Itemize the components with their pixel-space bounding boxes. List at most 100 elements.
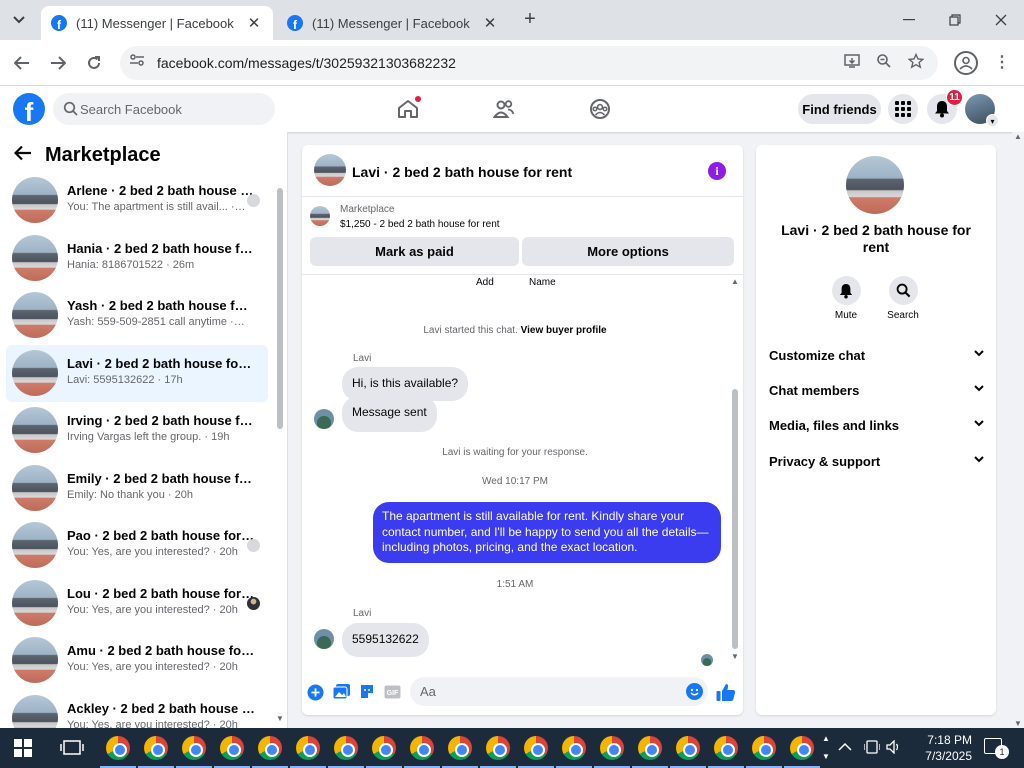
gif-icon[interactable]: GIF xyxy=(383,683,401,701)
listing-photo[interactable] xyxy=(846,156,904,214)
mark-as-paid-button[interactable]: Mark as paid xyxy=(310,237,519,266)
listing-price-title[interactable]: $1,250 - 2 bed 2 bath house for rent xyxy=(340,219,500,230)
chrome-taskbar-icon[interactable] xyxy=(442,736,478,768)
windows-start-icon[interactable] xyxy=(14,739,32,757)
conversation-item[interactable]: Irving · 2 bed 2 bath house for rent Irv… xyxy=(6,402,268,460)
scroll-up-icon[interactable]: ▲ xyxy=(731,277,739,286)
listing-thumbnail[interactable] xyxy=(314,154,346,186)
sticker-icon[interactable] xyxy=(358,683,376,701)
facebook-search[interactable] xyxy=(53,93,275,125)
reload-button[interactable] xyxy=(80,49,108,77)
photo-icon[interactable] xyxy=(332,683,350,701)
message-bubble[interactable]: 5595132622 xyxy=(342,623,429,657)
thread-scroll-thumb[interactable] xyxy=(732,389,738,649)
action-center-icon[interactable]: 1 xyxy=(984,738,1009,759)
chrome-taskbar-icon[interactable] xyxy=(632,736,668,768)
chat-title[interactable]: Lavi · 2 bed 2 bath house for rent xyxy=(352,164,572,180)
new-tab-button[interactable]: + xyxy=(518,8,542,32)
chrome-taskbar-icon[interactable] xyxy=(176,736,212,768)
chrome-taskbar-icon[interactable] xyxy=(138,736,174,768)
back-arrow-icon[interactable] xyxy=(13,144,32,167)
chrome-taskbar-icon[interactable] xyxy=(214,736,250,768)
info-icon[interactable]: i xyxy=(708,162,726,180)
conversation-item-selected[interactable]: Lavi · 2 bed 2 bath house for rent Lavi:… xyxy=(6,344,268,402)
tab-messenger[interactable]: f (11) Messenger | Facebook ✕ xyxy=(277,6,509,40)
chrome-taskbar-icon[interactable] xyxy=(480,736,516,768)
view-buyer-profile-link[interactable]: View buyer profile xyxy=(521,325,607,336)
home-nav[interactable] xyxy=(391,94,425,124)
message-input[interactable] xyxy=(420,677,680,706)
customize-chat-row[interactable]: Customize chat xyxy=(769,348,984,370)
chrome-taskbar-icon[interactable] xyxy=(252,736,288,768)
site-info-icon[interactable] xyxy=(127,53,147,73)
friends-nav[interactable] xyxy=(487,94,521,124)
back-button[interactable] xyxy=(8,49,36,77)
scroll-down-icon[interactable]: ▼ xyxy=(731,652,739,661)
my-message-bubble[interactable]: The apartment is still available for ren… xyxy=(373,502,721,563)
address-bar[interactable]: facebook.com/messages/t/3025932130368223… xyxy=(120,46,938,80)
close-window-button[interactable] xyxy=(978,0,1024,40)
display-icon[interactable] xyxy=(863,740,881,756)
message-bubble[interactable]: Message sent xyxy=(342,396,437,432)
chrome-taskbar-icon[interactable] xyxy=(290,736,326,768)
close-tab-icon[interactable]: ✕ xyxy=(481,14,499,32)
chrome-taskbar-icon[interactable] xyxy=(100,736,136,768)
privacy-support-row[interactable]: Privacy & support xyxy=(769,454,984,476)
thumbs-up-icon[interactable] xyxy=(715,681,737,703)
chrome-taskbar-icon[interactable] xyxy=(708,736,744,768)
task-view-icon[interactable] xyxy=(60,738,84,758)
account-avatar[interactable]: ▾ xyxy=(965,94,999,127)
conversation-item[interactable]: Ackley · 2 bed 2 bath house for rent You… xyxy=(6,690,268,728)
chrome-taskbar-icon[interactable] xyxy=(594,736,630,768)
facebook-logo-icon[interactable]: f xyxy=(13,93,45,125)
conversation-item[interactable]: Emily · 2 bed 2 bath house for rent Emil… xyxy=(6,460,268,518)
chrome-taskbar-icon[interactable] xyxy=(328,736,364,768)
volume-icon[interactable] xyxy=(886,739,902,756)
tab-messenger-active[interactable]: f (11) Messenger | Facebook ✕ xyxy=(41,6,273,40)
plus-circle-icon[interactable] xyxy=(306,683,324,701)
zoom-icon[interactable] xyxy=(873,53,895,73)
notifications-button[interactable]: 11 xyxy=(927,89,963,124)
listing-thumbnail-small[interactable] xyxy=(310,206,330,226)
search-conversation-button[interactable]: Search xyxy=(873,276,933,321)
chat-members-row[interactable]: Chat members xyxy=(769,383,984,405)
mute-button[interactable]: Mute xyxy=(816,276,876,321)
minimize-button[interactable] xyxy=(886,0,932,40)
close-tab-icon[interactable]: ✕ xyxy=(245,14,263,32)
chrome-taskbar-icon[interactable] xyxy=(784,736,820,768)
forward-button[interactable] xyxy=(44,49,72,77)
emoji-icon[interactable] xyxy=(686,683,703,700)
more-options-button[interactable]: More options xyxy=(522,237,734,266)
chrome-taskbar-icon[interactable] xyxy=(404,736,440,768)
message-input-wrapper[interactable] xyxy=(410,677,708,706)
sidebar-scroll-thumb[interactable] xyxy=(277,188,283,429)
install-app-icon[interactable] xyxy=(842,53,864,73)
chrome-taskbar-icon[interactable] xyxy=(746,736,782,768)
sender-avatar[interactable] xyxy=(314,629,334,649)
chrome-taskbar-icon[interactable] xyxy=(366,736,402,768)
conversation-item[interactable]: Amu · 2 bed 2 bath house for rent You: Y… xyxy=(6,632,268,690)
sidebar-scroll-down-icon[interactable]: ▼ xyxy=(276,714,284,723)
browser-profile-icon[interactable] xyxy=(954,51,978,75)
chrome-taskbar-icon[interactable] xyxy=(518,736,554,768)
sidebar-scrollbar[interactable] xyxy=(275,174,285,714)
taskbar-clock[interactable]: 7:18 PM 7/3/2025 xyxy=(908,732,972,764)
page-scrollbar[interactable]: ▲ ▼ xyxy=(1012,132,1024,728)
chrome-taskbar-icon[interactable] xyxy=(556,736,592,768)
browser-menu-icon[interactable]: ⋮ xyxy=(992,52,1012,74)
find-friends-button[interactable]: Find friends xyxy=(798,94,881,124)
url-text[interactable]: facebook.com/messages/t/3025932130368223… xyxy=(157,55,456,71)
bookmark-star-icon[interactable] xyxy=(905,52,927,73)
show-hidden-icons-icon[interactable] xyxy=(838,740,854,756)
conversation-item[interactable]: Hania · 2 bed 2 bath house for rent Hani… xyxy=(6,230,268,288)
thread-scrollbar[interactable]: ▲ ▼ xyxy=(730,277,740,661)
sender-avatar[interactable] xyxy=(314,409,334,429)
chrome-taskbar-icon[interactable] xyxy=(670,736,706,768)
scroll-up-icon[interactable]: ▲ xyxy=(1014,132,1022,141)
search-input[interactable] xyxy=(80,93,270,125)
scroll-down-icon[interactable]: ▼ xyxy=(1014,719,1022,728)
restore-button[interactable] xyxy=(932,0,978,40)
groups-nav[interactable] xyxy=(583,94,617,124)
taskbar-scroll-arrows[interactable]: ▲ ▼ xyxy=(820,730,832,766)
conversation-item[interactable]: Pao · 2 bed 2 bath house for rent You: Y… xyxy=(6,517,268,575)
